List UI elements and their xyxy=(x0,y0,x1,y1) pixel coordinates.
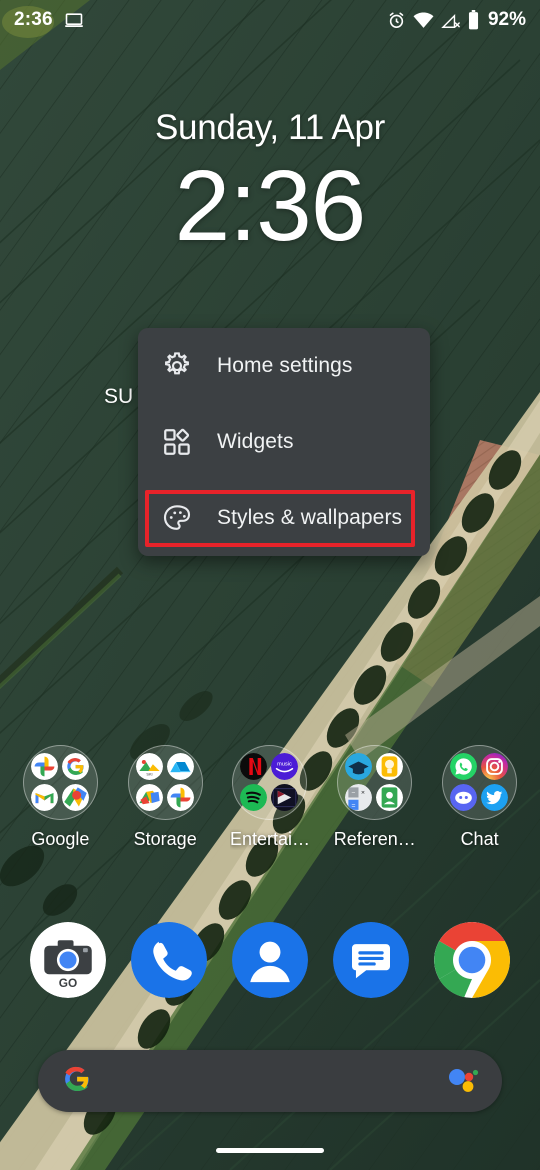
menu-item-widgets[interactable]: Widgets xyxy=(138,404,430,480)
folder-label: Chat xyxy=(460,829,499,849)
svg-text:SKI: SKI xyxy=(146,773,152,777)
app-icon-google-keep xyxy=(376,753,404,780)
menu-item-label: Widgets xyxy=(217,430,294,453)
alarm-icon xyxy=(387,11,406,30)
app-icon-google-photos xyxy=(166,784,194,811)
google-search-bar[interactable] xyxy=(38,1050,502,1112)
menu-item-home-settings[interactable]: Home settings xyxy=(138,328,430,404)
folder-storage[interactable]: SKI Storage xyxy=(117,745,213,850)
app-icon-files xyxy=(135,784,163,811)
widgets-grid-icon xyxy=(162,427,192,457)
app-icon-gmail xyxy=(30,784,58,811)
app-icon-spotify xyxy=(240,784,268,811)
folder-entertainment[interactable]: music Entertai… xyxy=(222,745,318,850)
folder-preview[interactable]: − × = xyxy=(337,745,413,820)
app-icon-google-sheets xyxy=(376,784,404,811)
status-bar-time: 2:36 xyxy=(14,9,53,30)
clock-label[interactable]: 2:36 xyxy=(0,154,540,259)
menu-item-label: Styles & wallpapers xyxy=(217,506,403,529)
gear-icon xyxy=(162,351,192,381)
app-icon-discord xyxy=(450,784,478,811)
menu-item-label: Home settings xyxy=(217,354,353,377)
app-icon-prime-video xyxy=(271,784,299,811)
cast-screen-icon xyxy=(64,10,84,30)
folder-preview[interactable] xyxy=(22,745,98,820)
app-folder-row: Google SKI Storage music Entertai… − × =… xyxy=(0,745,540,850)
app-icon-google-search xyxy=(61,753,89,780)
dock-app-chrome[interactable] xyxy=(433,922,510,998)
folder-chat[interactable]: Chat xyxy=(432,745,528,850)
date-label[interactable]: Sunday, 11 Apr xyxy=(0,108,540,148)
status-bar-left: 2:36 xyxy=(14,9,84,31)
google-assistant-icon[interactable] xyxy=(446,1064,480,1099)
dock-app-phone[interactable] xyxy=(131,922,208,998)
palette-icon xyxy=(162,503,192,533)
folder-google[interactable]: Google xyxy=(12,745,108,850)
google-g-icon[interactable] xyxy=(60,1062,94,1101)
wifi-icon xyxy=(413,11,434,30)
home-gesture-pill[interactable] xyxy=(216,1148,324,1153)
app-icon-calculator: − × = xyxy=(345,784,373,811)
svg-text:−: − xyxy=(352,790,356,797)
dock-app-camera-go[interactable]: GO xyxy=(30,922,107,998)
folder-preview[interactable] xyxy=(442,745,518,820)
folder-reference[interactable]: − × = Referen… xyxy=(327,745,423,850)
dock-app-contacts[interactable] xyxy=(231,922,308,998)
app-icon-google-drive xyxy=(166,753,194,780)
folder-label: Storage xyxy=(133,829,197,849)
app-icon-google-maps xyxy=(61,784,89,811)
status-bar-right: 92% xyxy=(387,9,526,31)
svg-text:music: music xyxy=(278,761,293,767)
weather-label[interactable]: SU xyxy=(104,385,133,409)
menu-item-styles-wallpapers[interactable]: Styles & wallpapers xyxy=(138,480,430,556)
svg-text:×: × xyxy=(361,790,365,797)
status-bar: 2:36 92% xyxy=(0,0,540,40)
app-icon-twitter xyxy=(481,784,509,811)
dock: GO xyxy=(0,922,540,998)
app-icon-google-photos xyxy=(30,753,58,780)
folder-label: Referen… xyxy=(333,829,416,849)
home-long-press-menu[interactable]: Home settings Widgets Styles & wallpaper… xyxy=(138,328,430,556)
folder-label: Google xyxy=(31,829,90,849)
svg-text:=: = xyxy=(352,803,356,810)
app-icon-netflix xyxy=(240,753,268,780)
battery-icon xyxy=(467,10,480,30)
app-icon-google-classroom xyxy=(345,753,373,780)
app-icon-gallery: SKI xyxy=(135,753,163,780)
dock-app-messages[interactable] xyxy=(332,922,409,998)
app-icon-instagram xyxy=(481,753,509,780)
app-icon-amazon-music: music xyxy=(271,753,299,780)
folder-label: Entertai… xyxy=(229,829,310,849)
folder-preview[interactable]: music xyxy=(232,745,308,820)
svg-text:GO: GO xyxy=(59,976,77,990)
folder-preview[interactable]: SKI xyxy=(127,745,203,820)
mobile-data-off-icon xyxy=(441,11,460,30)
app-icon-whatsapp xyxy=(450,753,478,780)
battery-percent-label: 92% xyxy=(487,9,526,30)
